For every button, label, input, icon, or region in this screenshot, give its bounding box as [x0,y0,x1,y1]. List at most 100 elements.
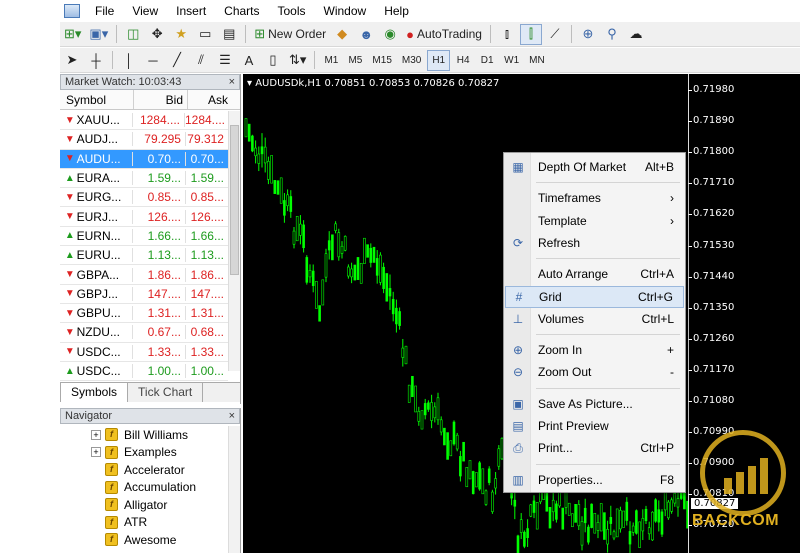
table-row[interactable]: ▲ EURU... 1.13... 1.13... [60,246,228,266]
vertical-line-button[interactable]: │ [118,50,140,71]
bid-cell: 79.295 [132,132,185,147]
navigator-item[interactable]: f Alligator [60,496,228,514]
profiles-button[interactable]: ▣▾ [86,24,111,45]
community-button[interactable]: ☻ [355,24,377,45]
expand-icon[interactable]: + [91,447,101,458]
table-row[interactable]: ▼ NZDU... 0.67... 0.68... [60,323,228,343]
close-icon[interactable]: × [229,409,235,423]
table-row[interactable]: ▲ USDC... 1.00... 1.00... [60,362,228,382]
menu-item-auto-arrange[interactable]: Auto Arrange Ctrl+A [505,263,684,285]
signals-button[interactable]: ◉ [379,24,401,45]
menu-help[interactable]: Help [375,0,418,22]
menu-item-print[interactable]: ⎙ Print... Ctrl+P [505,437,684,459]
navigator-button[interactable]: ★ [170,24,192,45]
horizontal-line-button[interactable]: ─ [142,50,164,71]
timeframe-d1[interactable]: D1 [476,50,498,71]
menu-item-timeframes[interactable]: Timeframes › [505,187,684,209]
label-button[interactable]: ▯ [262,50,284,71]
column-bid[interactable]: Bid [134,90,188,109]
tab-symbols[interactable]: Symbols [60,383,129,402]
menu-item-zoom-in[interactable]: ⊕ Zoom In + [505,339,684,361]
zoom-in-button[interactable]: ⊕ [577,24,599,45]
cursor-button[interactable]: ➤ [61,50,83,71]
menu-item-properties[interactable]: ▥ Properties... F8 [505,469,684,491]
table-row[interactable]: ▼ XAUU... 1284.... 1284.... [60,111,228,131]
table-row[interactable]: ▼ GBPU... 1.31... 1.31... [60,304,228,324]
metaeditor-button[interactable]: ◆ [331,24,353,45]
terminal-button[interactable]: ▭ [194,24,216,45]
timeframe-h1[interactable]: H1 [427,49,451,71]
expand-icon[interactable]: + [91,429,101,440]
candlestick-button[interactable]: ⫿ [519,23,542,45]
menu-view[interactable]: View [123,0,167,22]
scrollbar-thumb[interactable] [230,125,239,275]
crosshair-button[interactable]: ┼ [85,50,107,71]
table-row[interactable]: ▼ USDC... 1.33... 1.33... [60,343,228,362]
autotrading-button[interactable]: ● AutoTrading [403,24,485,45]
table-row[interactable]: ▼ EURJ... 126.... 126.... [60,207,228,227]
menu-item-refresh[interactable]: ⟳ Refresh [505,232,684,254]
navigator-item-label: Accumulation [124,480,197,495]
table-row[interactable]: ▼ AUDJ... 79.295 79.312 [60,130,228,150]
menu-file[interactable]: File [86,0,123,22]
new-order-button[interactable]: ⊞ New Order [251,24,329,45]
menu-charts[interactable]: Charts [215,0,268,22]
candle-body [590,503,593,528]
ask-cell: 147.... [184,286,228,301]
timeframe-m15[interactable]: M15 [368,50,395,71]
menu-insert[interactable]: Insert [167,0,215,22]
close-icon[interactable]: × [229,75,235,89]
candle-body [247,123,251,142]
navigator-scrollbar[interactable] [228,426,240,553]
navigator-item[interactable]: + f Bill Williams [60,426,228,444]
bid-cell: 0.85... [132,190,185,205]
timeframe-m30[interactable]: M30 [398,50,425,71]
data-window-button[interactable]: ✥ [146,24,168,45]
table-row[interactable]: ▼ GBPJ... 147.... 147.... [60,285,228,304]
menu-item-print-preview[interactable]: ▤ Print Preview [505,415,684,437]
timeframe-w1[interactable]: W1 [500,50,523,71]
column-ask[interactable]: Ask [188,90,232,109]
bar-chart-button[interactable]: ⫾ [496,24,518,45]
market-watch-scrollbar[interactable] [228,111,240,371]
text-button[interactable]: A [238,50,260,71]
tile-button[interactable]: ☁ [625,24,647,45]
table-row[interactable]: ▼ GBPA... 1.86... 1.86... [60,265,228,285]
menu-item-zoom-out[interactable]: ⊖ Zoom Out - [505,361,684,383]
column-symbol[interactable]: Symbol [60,90,134,109]
candle-body [513,499,517,507]
indicator-icon: f [105,480,118,494]
navigator-item[interactable]: f Accelerator [60,461,228,479]
menu-tools[interactable]: Tools [269,0,315,22]
menu-item-save-as-picture[interactable]: ▣ Save As Picture... [505,393,684,415]
menu-item-template[interactable]: Template › [505,210,684,232]
channel-button[interactable]: ⫽ [190,50,212,71]
navigator-item[interactable]: + f Examples [60,444,228,462]
navigator-item[interactable]: f ATR [60,514,228,532]
menu-item-volumes[interactable]: ⊥ Volumes Ctrl+L [505,308,684,330]
candle-body [433,406,437,419]
navigator-item[interactable]: f Awesome [60,531,228,549]
timeframe-mn[interactable]: MN [525,50,549,71]
zoom-out-button[interactable]: ⚲ [601,24,623,45]
tab-tick-chart[interactable]: Tick Chart [128,383,204,402]
menu-item-grid[interactable]: # Grid Ctrl+G [505,285,684,308]
menu-window[interactable]: Window [315,0,376,22]
candle-body [455,434,459,450]
table-row[interactable]: ▲ EURN... 1.66... 1.66... [60,227,228,247]
table-row[interactable]: ▼ EURG... 0.85... 0.85... [60,188,228,208]
timeframe-m5[interactable]: M5 [344,50,366,71]
arrows-button[interactable]: ⇅▾ [286,50,309,71]
strategy-tester-button[interactable]: ▤ [218,24,240,45]
table-row[interactable]: ▼ AUDU... 0.70... 0.70... [60,149,228,169]
navigator-item[interactable]: f Accumulation [60,479,228,497]
menu-item-depth-of-market[interactable]: ▦ Depth Of Market Alt+B [505,156,684,178]
timeframe-m1[interactable]: M1 [320,50,342,71]
market-watch-button[interactable]: ◫ [122,24,144,45]
timeframe-h4[interactable]: H4 [452,50,474,71]
line-chart-button[interactable]: ⟋ [544,24,566,45]
fibonacci-button[interactable]: ☰ [214,50,236,71]
table-row[interactable]: ▲ EURA... 1.59... 1.59... [60,169,228,189]
new-chart-button[interactable]: ⊞▾ [61,24,84,45]
trendline-button[interactable]: ╱ [166,50,188,71]
